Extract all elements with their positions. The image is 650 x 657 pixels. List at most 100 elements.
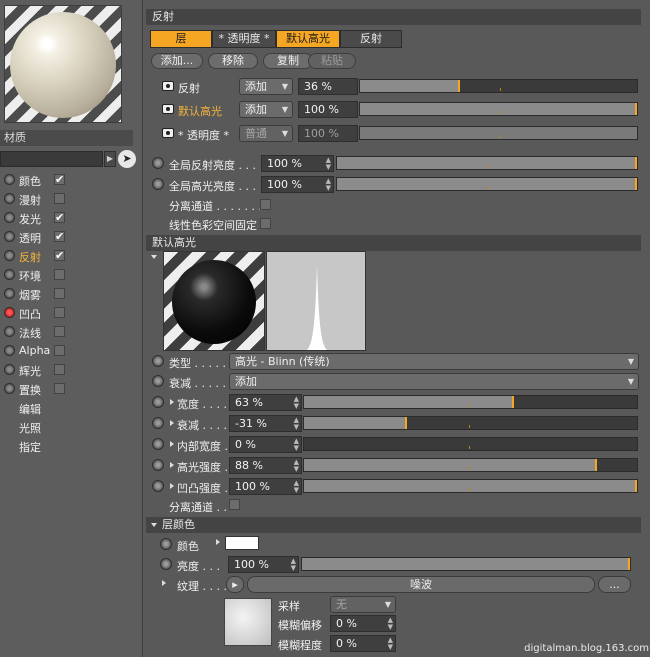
channel-anim-icon[interactable]: [4, 174, 15, 185]
param-expand-icon[interactable]: [170, 483, 174, 489]
channel-item[interactable]: 透明 ✔: [0, 228, 140, 246]
channel-item[interactable]: Alpha: [0, 342, 140, 360]
channel-anim-icon[interactable]: [4, 231, 15, 242]
global-specular-anim-icon[interactable]: [152, 178, 164, 190]
channel-item[interactable]: 反射 ✔: [0, 247, 140, 265]
brightness-slider[interactable]: [301, 557, 631, 571]
layer-mode-dropdown[interactable]: 普通 ▼: [239, 125, 293, 142]
layer-strength-slider[interactable]: [359, 79, 638, 93]
sidebar-item[interactable]: 光照: [19, 420, 41, 436]
channel-item[interactable]: 置换: [0, 380, 140, 398]
specular-separate-pass-checkbox[interactable]: [229, 499, 240, 510]
channel-checkbox[interactable]: [54, 269, 65, 280]
blur-offset-input[interactable]: 0 % ▲ ▼: [330, 615, 396, 632]
param-input[interactable]: 88 % ▲ ▼: [229, 457, 302, 474]
global-reflection-anim-icon[interactable]: [152, 157, 164, 169]
channel-item[interactable]: 发光 ✔: [0, 209, 140, 227]
channel-anim-icon[interactable]: [4, 383, 15, 394]
brightness-anim-icon[interactable]: [160, 558, 172, 570]
paste-layer-button[interactable]: 粘贴: [308, 53, 356, 69]
channel-item[interactable]: 凹凸: [0, 304, 140, 322]
channel-item[interactable]: 漫射: [0, 190, 140, 208]
separate-pass-checkbox[interactable]: [260, 199, 271, 210]
channel-item[interactable]: 颜色 ✔: [0, 171, 140, 189]
param-slider[interactable]: [303, 458, 638, 472]
layer-visibility-icon[interactable]: [162, 104, 174, 114]
material-search-input[interactable]: [0, 151, 103, 167]
param-input[interactable]: 0 % ▲ ▼: [229, 436, 302, 453]
channel-anim-icon[interactable]: [4, 326, 15, 337]
layer-color-collapse-icon[interactable]: [151, 523, 157, 527]
collapse-arrow-icon[interactable]: [151, 255, 157, 259]
channel-anim-icon[interactable]: [4, 307, 15, 318]
sampling-dropdown[interactable]: 无 ▼: [330, 596, 396, 613]
param-slider[interactable]: [303, 395, 638, 409]
channel-checkbox[interactable]: [54, 193, 65, 204]
search-dropdown-arrow-icon[interactable]: ▶: [104, 151, 116, 167]
layer-strength-input[interactable]: 100 %: [298, 125, 358, 142]
channel-checkbox[interactable]: [54, 383, 65, 394]
specular-type-anim-icon[interactable]: [152, 355, 164, 367]
param-expand-icon[interactable]: [170, 399, 174, 405]
param-slider[interactable]: [303, 479, 638, 493]
color-swatch[interactable]: [225, 536, 259, 550]
param-expand-icon[interactable]: [170, 462, 174, 468]
layer-strength-input[interactable]: 100 %: [298, 101, 358, 118]
tab-reflection[interactable]: 反射: [340, 30, 402, 48]
texture-shader-button[interactable]: 噪波: [247, 576, 595, 593]
layer-mode-dropdown[interactable]: 添加 ▼: [239, 101, 293, 118]
sidebar-item[interactable]: 指定: [19, 439, 41, 455]
specular-type-dropdown[interactable]: 高光 - Blinn (传统) ▼: [229, 353, 639, 370]
param-slider[interactable]: [303, 437, 638, 451]
falloff-mode-dropdown[interactable]: 添加 ▼: [229, 373, 639, 390]
tab-layer[interactable]: 层: [150, 30, 212, 48]
layer-strength-slider[interactable]: [359, 102, 638, 116]
layer-visibility-icon[interactable]: [162, 81, 174, 91]
channel-checkbox[interactable]: [54, 364, 65, 375]
channel-item[interactable]: 辉光: [0, 361, 140, 379]
texture-arrow-button[interactable]: ▸: [226, 576, 244, 593]
tab-default-specular[interactable]: 默认高光: [276, 30, 340, 48]
falloff-mode-anim-icon[interactable]: [152, 375, 164, 387]
brightness-input[interactable]: 100 % ▲ ▼: [228, 556, 299, 573]
channel-anim-icon[interactable]: [4, 212, 15, 223]
param-anim-icon[interactable]: [152, 417, 164, 429]
channel-item[interactable]: 烟雾: [0, 285, 140, 303]
channel-checkbox[interactable]: ✔: [54, 231, 65, 242]
color-expand-icon[interactable]: [216, 539, 220, 545]
copy-layer-button[interactable]: 复制: [263, 53, 313, 69]
linear-color-checkbox[interactable]: [260, 218, 271, 229]
material-preview[interactable]: [4, 5, 122, 123]
channel-anim-icon[interactable]: [4, 193, 15, 204]
channel-anim-icon[interactable]: [4, 250, 15, 261]
texture-more-button[interactable]: ...: [598, 576, 631, 593]
global-specular-input[interactable]: 100 % ▲ ▼: [261, 176, 334, 193]
channel-anim-icon[interactable]: [4, 364, 15, 375]
cursor-pick-icon[interactable]: ➤: [118, 150, 136, 168]
channel-checkbox[interactable]: [54, 288, 65, 299]
blur-scale-input[interactable]: 0 % ▲ ▼: [330, 635, 396, 652]
color-anim-icon[interactable]: [160, 538, 172, 550]
layer-visibility-icon[interactable]: [162, 128, 174, 138]
channel-anim-icon[interactable]: [4, 345, 15, 356]
layer-strength-input[interactable]: 36 %: [298, 78, 358, 95]
param-anim-icon[interactable]: [152, 459, 164, 471]
param-slider[interactable]: [303, 416, 638, 430]
param-anim-icon[interactable]: [152, 396, 164, 408]
param-expand-icon[interactable]: [170, 441, 174, 447]
global-reflection-slider[interactable]: [336, 156, 638, 170]
channel-checkbox[interactable]: [54, 307, 65, 318]
param-input[interactable]: 63 % ▲ ▼: [229, 394, 302, 411]
param-anim-icon[interactable]: [152, 480, 164, 492]
param-expand-icon[interactable]: [170, 420, 174, 426]
channel-anim-icon[interactable]: [4, 269, 15, 280]
add-layer-button[interactable]: 添加...: [151, 53, 203, 69]
layer-strength-slider[interactable]: [359, 126, 638, 140]
sidebar-item[interactable]: 编辑: [19, 401, 41, 417]
channel-anim-icon[interactable]: [4, 288, 15, 299]
channel-item[interactable]: 法线: [0, 323, 140, 341]
param-input[interactable]: -31 % ▲ ▼: [229, 415, 302, 432]
layer-mode-dropdown[interactable]: 添加 ▼: [239, 78, 293, 95]
param-anim-icon[interactable]: [152, 438, 164, 450]
tab-transparency[interactable]: * 透明度 *: [212, 30, 276, 48]
